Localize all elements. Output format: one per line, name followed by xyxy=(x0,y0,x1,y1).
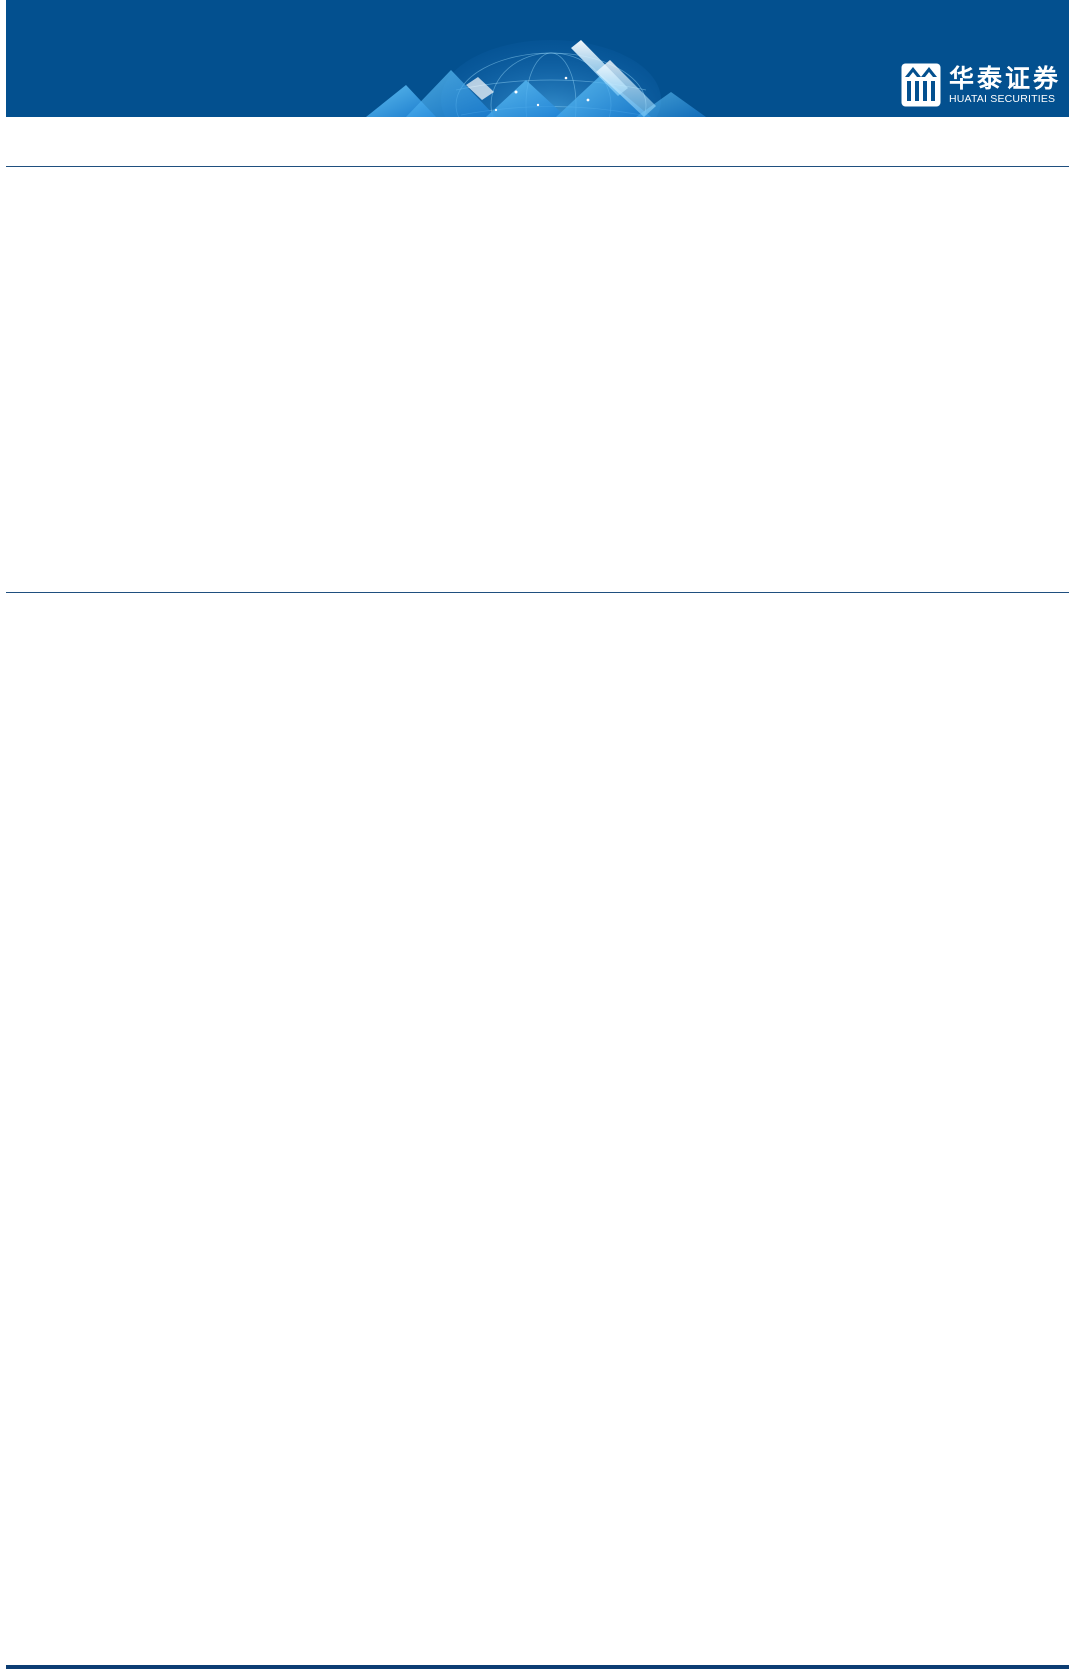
header-banner: 华泰证券 HUATAI SECURITIES xyxy=(6,0,1069,117)
huatai-logo-icon xyxy=(901,63,941,107)
logo-text: 华泰证券 HUATAI SECURITIES xyxy=(948,63,1061,106)
globe-arrows-graphic xyxy=(366,40,706,117)
divider-middle xyxy=(6,592,1069,593)
report-page: 华泰证券 HUATAI SECURITIES xyxy=(0,0,1070,1671)
logo-name-cn: 华泰证券 xyxy=(948,63,1061,93)
logo-name-en: HUATAI SECURITIES xyxy=(948,92,1056,105)
footer-bar xyxy=(6,1665,1069,1669)
divider-top xyxy=(6,166,1069,167)
huatai-logo: 华泰证券 HUATAI SECURITIES xyxy=(901,62,1061,108)
